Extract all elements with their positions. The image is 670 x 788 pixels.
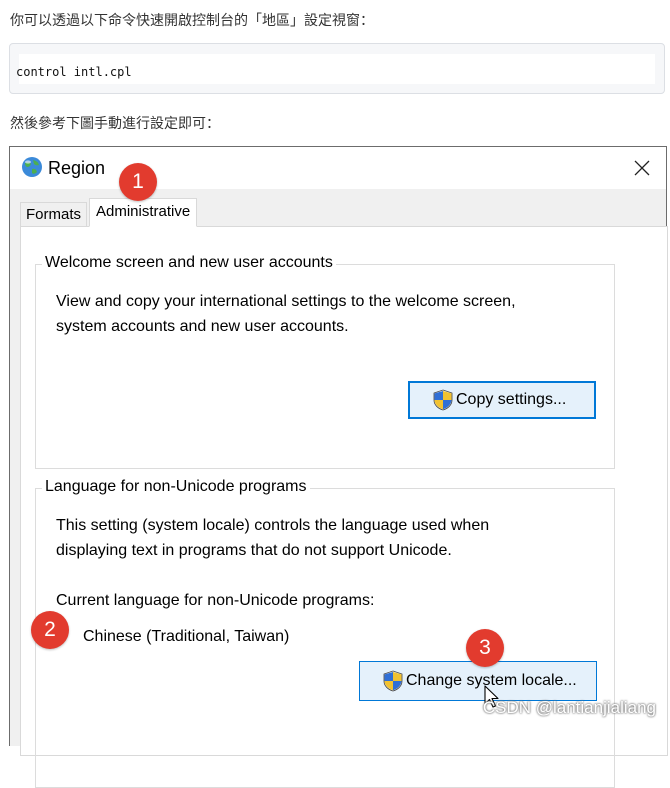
non-unicode-group: Language for non-Unicode programs This s… <box>35 478 615 788</box>
step-marker-3: 3 <box>466 629 504 667</box>
copy-settings-label: Copy settings... <box>456 391 567 408</box>
tab-formats[interactable]: Formats <box>20 202 88 226</box>
title-bar: Region <box>10 147 666 189</box>
code-text: control intl.cpl <box>16 65 132 79</box>
non-unicode-group-legend: Language for non-Unicode programs <box>42 478 310 496</box>
tab-panel-administrative: Welcome screen and new user accounts Vie… <box>20 226 668 788</box>
close-button[interactable] <box>628 155 656 181</box>
watermark: CSDN @lantianjialiang <box>482 698 656 717</box>
uac-shield-icon <box>433 389 453 411</box>
close-icon <box>634 160 650 176</box>
change-system-locale-button[interactable]: Change system locale... <box>359 661 597 701</box>
current-language-value: Chinese (Traditional, Taiwan) <box>83 628 290 645</box>
tab-administrative[interactable]: Administrative <box>89 198 198 227</box>
uac-shield-icon <box>383 670 403 692</box>
globe-icon <box>20 155 44 179</box>
dialog-title: Region <box>48 158 106 178</box>
non-unicode-description: This setting (system locale) controls th… <box>56 517 490 559</box>
step-marker-2: 2 <box>31 611 69 649</box>
welcome-screen-group: Welcome screen and new user accounts Vie… <box>35 254 615 469</box>
current-language-label: Current language for non-Unicode program… <box>56 592 375 609</box>
article-intro: 你可以透過以下命令快速開啟控制台的「地區」設定視窗： <box>10 13 374 29</box>
welcome-group-legend: Welcome screen and new user accounts <box>42 254 336 272</box>
copy-settings-button[interactable]: Copy settings... <box>408 381 596 419</box>
article-outro: 然後參考下圖手動進行設定即可： <box>10 116 220 132</box>
step-marker-1: 1 <box>119 163 157 201</box>
region-dialog: Region Formats Administrative Welcome sc… <box>9 146 668 788</box>
welcome-description: View and copy your international setting… <box>56 293 516 335</box>
